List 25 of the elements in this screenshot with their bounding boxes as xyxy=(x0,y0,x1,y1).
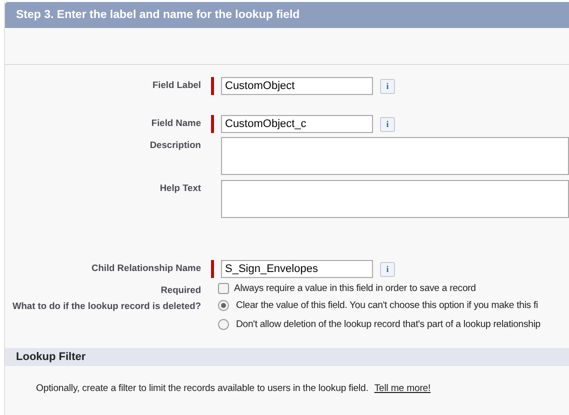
field-label: Description xyxy=(148,139,201,152)
radio-button[interactable] xyxy=(218,319,229,330)
text-field[interactable]: S_Sign_Envelopes xyxy=(221,260,373,278)
field-label: What to do if the lookup record is deleted? xyxy=(11,300,201,313)
help-link[interactable]: Tell me more! xyxy=(374,383,431,394)
radio-label: Clear the value of this field. You can't choose this option if you make this fi xyxy=(236,300,538,311)
radio-label: Don't allow deletion of the lookup record that's part of a lookup relationship xyxy=(236,319,540,330)
text-area[interactable] xyxy=(221,180,569,218)
checkbox-label: Always require a value in this field in order to save a record xyxy=(234,283,476,294)
section-header: Lookup Filter xyxy=(5,348,569,366)
field-label: Child Relationship Name xyxy=(90,262,201,275)
text-field[interactable]: CustomObject xyxy=(221,77,373,95)
step-header: Step 3. Enter the label and name for the lookup field xyxy=(5,2,569,28)
field-label: Field Label xyxy=(151,79,201,92)
radio-button[interactable] xyxy=(218,300,229,311)
field-label: Required xyxy=(160,284,201,295)
filter-description: Optionally, create a filter to limit the records available to users in the lookup field. xyxy=(36,383,368,394)
info-icon[interactable]: i xyxy=(380,78,395,94)
field-label: Field Name xyxy=(150,117,201,130)
text-field[interactable]: CustomObject_c xyxy=(221,115,373,133)
checkbox[interactable] xyxy=(218,283,229,294)
text-area[interactable] xyxy=(221,137,569,175)
field-label: Help Text xyxy=(158,182,201,195)
info-icon[interactable]: i xyxy=(380,116,395,132)
info-icon[interactable]: i xyxy=(380,262,395,276)
